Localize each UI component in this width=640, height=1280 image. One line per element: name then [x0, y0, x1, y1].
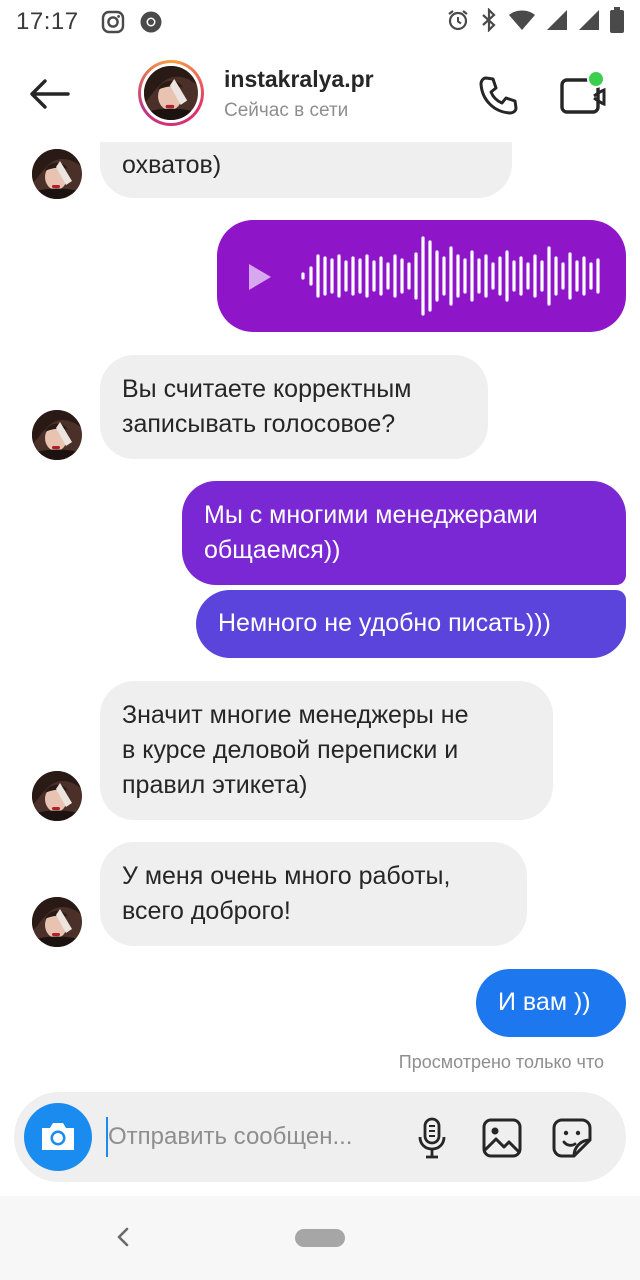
chat-username[interactable]: instakralya.pr [224, 66, 374, 93]
play-icon[interactable] [247, 262, 273, 292]
incoming-message[interactable]: У меня очень много работы, всего доброго… [100, 842, 527, 946]
incoming-message[interactable]: Значит многие менеджеры не в курсе делов… [100, 681, 553, 820]
battery-icon [610, 6, 624, 38]
audio-call-button[interactable] [474, 72, 522, 120]
voice-message[interactable] [217, 220, 626, 332]
back-arrow-icon [30, 79, 70, 109]
status-right-icons [446, 6, 624, 38]
profile-photo [32, 410, 82, 460]
sender-avatar[interactable] [32, 771, 82, 821]
system-nav-bar [0, 1196, 640, 1280]
message-line: правил этикета) [122, 771, 308, 799]
message-line: всего доброго! [122, 897, 291, 925]
nav-back-button[interactable] [108, 1220, 138, 1254]
instagram-icon [101, 10, 125, 34]
message-line: общаемся)) [204, 536, 341, 564]
profile-photo [32, 149, 82, 199]
outgoing-message[interactable]: Мы с многими менеджерами общаемся)) [182, 481, 626, 585]
profile-photo [144, 66, 198, 120]
wifi-icon [508, 8, 536, 37]
message-text: охватов) [122, 151, 222, 179]
sender-avatar[interactable] [32, 149, 82, 199]
chat-header: instakralya.pr Сейчас в сети [0, 44, 640, 142]
header-avatar[interactable] [138, 60, 204, 126]
online-dot [589, 72, 603, 86]
signal-icon [578, 8, 600, 37]
status-bar: 17:17 [0, 0, 640, 44]
sticker-icon [552, 1118, 592, 1158]
sticker-button[interactable] [550, 1116, 594, 1160]
outgoing-message[interactable]: Немного не удобно писать))) [196, 590, 626, 658]
message-text: Немного не удобно писать))) [218, 609, 551, 637]
message-input[interactable] [106, 1117, 406, 1157]
waveform [301, 236, 600, 316]
message-line: У меня очень много работы, [122, 862, 451, 890]
message-line: Вы считаете корректным [122, 375, 412, 403]
profile-photo [32, 897, 82, 947]
video-camera-icon [560, 70, 606, 114]
message-composer [14, 1092, 626, 1182]
incoming-message[interactable]: Вы считаете корректным записывать голосо… [100, 355, 488, 459]
message-line: в курсе деловой переписки и [122, 736, 459, 764]
phone-icon [479, 76, 518, 115]
back-button[interactable] [26, 74, 72, 114]
chevron-left-icon [117, 1227, 129, 1247]
nav-home-pill[interactable] [295, 1229, 345, 1247]
sender-avatar[interactable] [32, 410, 82, 460]
chrome-icon [139, 10, 163, 34]
message-line: записывать голосовое? [122, 410, 396, 438]
microphone-icon [418, 1117, 446, 1159]
bluetooth-icon [480, 6, 498, 37]
voice-record-button[interactable] [412, 1116, 452, 1160]
sender-avatar[interactable] [32, 897, 82, 947]
camera-button[interactable] [24, 1103, 92, 1171]
profile-photo [32, 771, 82, 821]
message-text: И вам )) [498, 988, 591, 1016]
gallery-icon [482, 1118, 522, 1158]
seen-status: Просмотрено только что [398, 1052, 604, 1072]
outgoing-message[interactable]: И вам )) [476, 969, 626, 1037]
online-status: Сейчас в сети [224, 100, 349, 121]
message-line: Значит многие менеджеры не [122, 701, 469, 729]
alarm-icon [446, 8, 470, 37]
status-time: 17:17 [16, 8, 79, 35]
gallery-button[interactable] [480, 1116, 524, 1160]
message-line: Мы с многими менеджерами [204, 501, 538, 529]
video-call-button[interactable] [556, 70, 612, 120]
signal-icon [546, 8, 568, 37]
camera-icon [42, 1123, 74, 1150]
